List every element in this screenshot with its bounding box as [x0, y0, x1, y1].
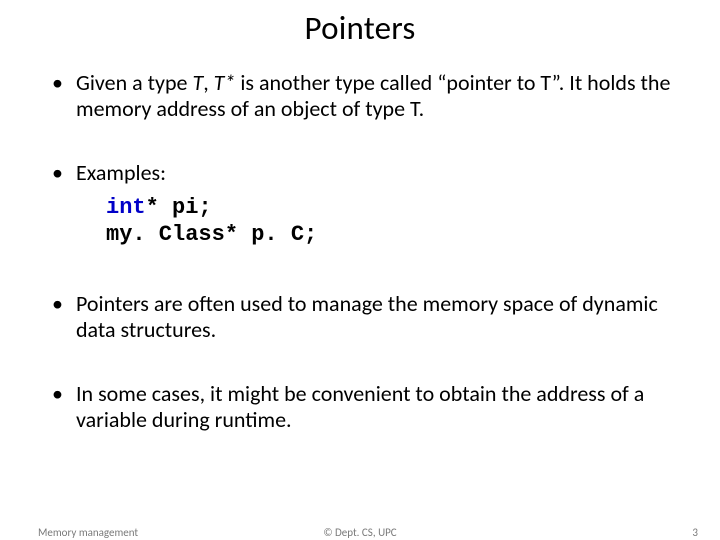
code-keyword-int: int [106, 195, 146, 220]
bullet-1-text-pre: Given a type [76, 69, 192, 96]
slide: Pointers Given a type T, T* is another t… [0, 0, 720, 540]
bullet-1: Given a type T, T* is another type calle… [46, 70, 682, 122]
bullet-1-Tstar: T* [214, 69, 236, 96]
footer-page-number: 3 [692, 526, 698, 539]
code-line-1: int* pi; [106, 194, 682, 222]
bullet-3: Pointers are often used to manage the me… [46, 291, 682, 343]
bullet-1-T: T [192, 69, 203, 96]
code-line-1-rest: * pi; [146, 195, 212, 220]
bullet-2: Examples: [46, 160, 682, 186]
bullet-list-2: Pointers are often used to manage the me… [38, 291, 682, 433]
bullet-list: Given a type T, T* is another type calle… [38, 70, 682, 186]
bullet-4: In some cases, it might be convenient to… [46, 381, 682, 433]
bullet-1-mid: , [203, 69, 213, 96]
footer-center: © Dept. CS, UPC [0, 526, 720, 539]
code-line-2: my. Class* p. C; [106, 221, 682, 249]
slide-title: Pointers [38, 8, 682, 48]
code-block: int* pi; my. Class* p. C; [38, 194, 682, 249]
